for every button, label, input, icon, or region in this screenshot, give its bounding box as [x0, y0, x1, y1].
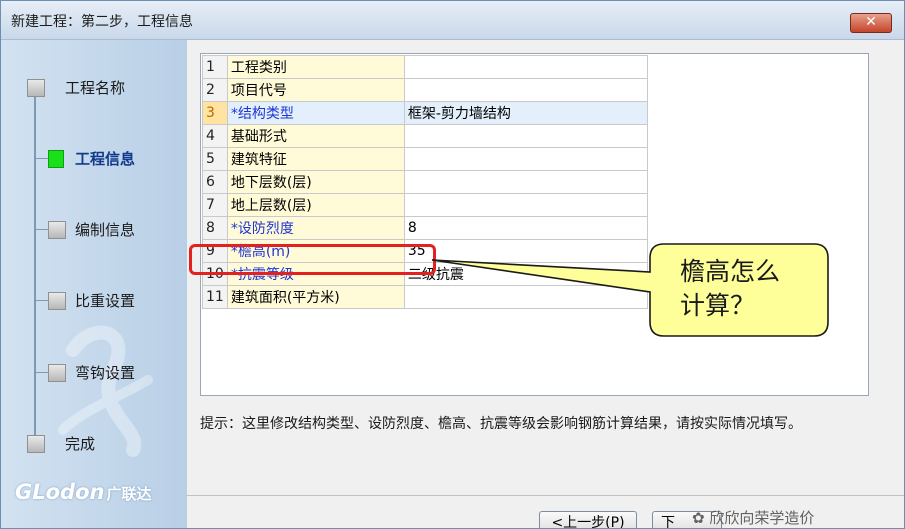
property-value[interactable] — [403, 78, 648, 102]
row-number: 4 — [202, 124, 228, 148]
logo-latin: GLodon — [15, 480, 105, 504]
step-status-icon — [48, 221, 66, 239]
callout-line-1: 檐高怎么 — [680, 257, 781, 286]
property-name: 建筑面积(平方米) — [226, 285, 405, 309]
row-number: 7 — [202, 193, 228, 217]
step-tick — [34, 372, 48, 373]
grid-row[interactable]: 7 地上层数(层) — [202, 193, 648, 217]
row-number: 8 — [202, 216, 228, 240]
step-status-icon — [27, 79, 45, 97]
step-label: 比重设置 — [75, 292, 136, 310]
grid-row[interactable]: 4 基础形式 — [202, 124, 648, 148]
highlight-box — [189, 244, 436, 275]
close-button[interactable]: ✕ — [850, 13, 892, 33]
property-name: 建筑特征 — [226, 147, 405, 171]
property-value[interactable]: 框架-剪力墙结构 — [403, 101, 648, 125]
row-number: 2 — [202, 78, 228, 102]
window-title: 新建工程：第二步，工程信息 — [11, 14, 193, 30]
property-value[interactable] — [403, 124, 648, 148]
step-sidebar: 工程名称 工程信息 编制信息 比重设置 弯钩设置 完成 GLodon 广联达 — [1, 40, 187, 528]
grid-row[interactable]: 5 建筑特征 — [202, 147, 648, 171]
property-name: *结构类型 — [226, 101, 405, 125]
property-value[interactable] — [403, 55, 648, 79]
grid-row[interactable]: 2 项目代号 — [202, 78, 648, 102]
title-bar: 新建工程：第二步，工程信息 ✕ — [1, 1, 904, 40]
property-value[interactable] — [403, 170, 648, 194]
step-label: 完成 — [65, 435, 96, 453]
row-number: 5 — [202, 147, 228, 171]
step-label: 工程信息 — [75, 150, 136, 168]
step-connector-line — [34, 88, 36, 442]
step-status-icon — [48, 292, 66, 310]
wechat-watermark-text: 欣欣向荣学造价 — [709, 509, 815, 527]
logo-cn: 广联达 — [106, 485, 152, 503]
row-number: 11 — [202, 285, 228, 309]
step-status-icon — [48, 364, 66, 382]
property-name: 地上层数(层) — [226, 193, 405, 217]
property-value[interactable] — [403, 147, 648, 171]
wechat-watermark: ✿ 欣欣向荣学造价 — [692, 507, 814, 528]
step-active-icon — [48, 150, 64, 168]
step-tick — [34, 229, 48, 230]
grid-row[interactable]: 3 *结构类型 框架-剪力墙结构 — [202, 101, 648, 125]
property-name: 项目代号 — [226, 78, 405, 102]
property-name: 地下层数(层) — [226, 170, 405, 194]
step-label: 编制信息 — [75, 221, 136, 239]
step-label: 弯钩设置 — [75, 364, 136, 382]
wechat-icon: ✿ — [692, 509, 710, 527]
row-number: 3 — [202, 101, 228, 125]
row-number: 1 — [202, 55, 228, 79]
callout-text: 檐高怎么 计算？ — [680, 255, 830, 323]
callout-line-2: 计算？ — [680, 291, 756, 320]
hint-text: 提示：这里修改结构类型、设防烈度、檐高、抗震等级会影响钢筋计算结果，请按实际情况… — [200, 416, 802, 432]
step-label: 工程名称 — [65, 79, 126, 97]
property-name: *设防烈度 — [226, 216, 405, 240]
grid-row[interactable]: 6 地下层数(层) — [202, 170, 648, 194]
step-tick — [34, 158, 48, 159]
grid-row[interactable]: 1 工程类别 — [202, 55, 648, 79]
property-value[interactable] — [403, 193, 648, 217]
step-tick — [34, 300, 48, 301]
glodon-logo: GLodon 广联达 — [15, 480, 151, 504]
step-status-icon — [27, 435, 45, 453]
prev-button[interactable]: <上一步(P) — [539, 511, 637, 528]
button-divider — [187, 495, 904, 496]
property-name: 工程类别 — [226, 55, 405, 79]
property-name: 基础形式 — [226, 124, 405, 148]
row-number: 6 — [202, 170, 228, 194]
